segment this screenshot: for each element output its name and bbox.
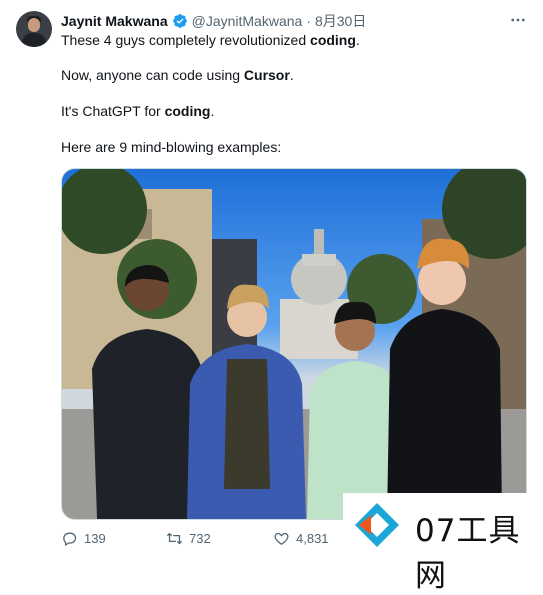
watermark-text: 07工具网 bbox=[415, 513, 521, 594]
repost-icon bbox=[166, 532, 183, 545]
tweet-photo[interactable] bbox=[61, 168, 527, 520]
watermark: 07工具网 bbox=[343, 493, 543, 594]
tweet: Jaynit Makwana @JaynitMakwana · 8月30日 Th… bbox=[0, 0, 543, 594]
more-icon[interactable] bbox=[508, 10, 528, 30]
tweet-text-line-4: Here are 9 mind-blowing examples: bbox=[61, 139, 282, 155]
repost-count: 732 bbox=[189, 531, 211, 546]
reply-icon bbox=[63, 532, 77, 547]
tweet-text-line-3: It's ChatGPT for coding. bbox=[61, 103, 215, 119]
author-avatar[interactable] bbox=[16, 11, 52, 47]
tweet-date[interactable]: 8月30日 bbox=[315, 11, 366, 31]
watermark-logo bbox=[355, 503, 399, 547]
tweet-text-line-2: Now, anyone can code using Cursor. bbox=[61, 67, 294, 83]
like-count: 4,831 bbox=[296, 531, 329, 546]
tweet-text-line-1: These 4 guys completely revolutionized c… bbox=[61, 32, 360, 48]
like-button[interactable]: 4,831 bbox=[273, 530, 329, 547]
separator-dot: · bbox=[306, 13, 311, 29]
author-name[interactable]: Jaynit Makwana bbox=[61, 13, 168, 29]
like-icon bbox=[274, 532, 289, 545]
reply-button[interactable]: 139 bbox=[61, 530, 106, 547]
verified-badge-icon bbox=[172, 14, 187, 28]
repost-button[interactable]: 732 bbox=[166, 530, 211, 547]
author-handle[interactable]: @JaynitMakwana bbox=[192, 13, 303, 29]
tweet-header: Jaynit Makwana @JaynitMakwana · 8月30日 bbox=[61, 12, 366, 30]
reply-count: 139 bbox=[84, 531, 106, 546]
